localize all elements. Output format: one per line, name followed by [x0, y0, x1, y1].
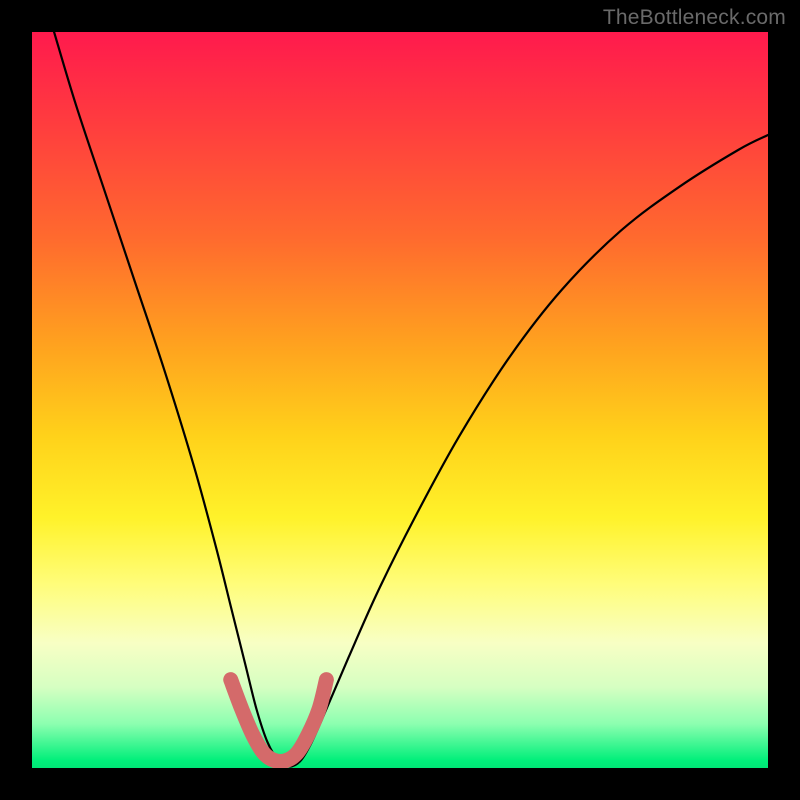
chart-frame: TheBottleneck.com — [0, 0, 800, 800]
plot-area — [32, 32, 768, 768]
chart-svg — [32, 32, 768, 768]
bottleneck-curve — [54, 32, 768, 767]
watermark-text: TheBottleneck.com — [603, 6, 786, 30]
sweet-spot-overlay — [231, 680, 327, 762]
